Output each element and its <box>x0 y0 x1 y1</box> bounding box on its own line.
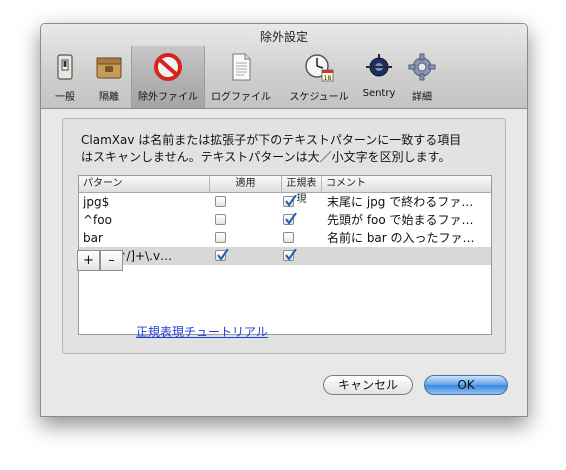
add-pattern-button[interactable]: + <box>77 250 100 271</box>
toolbar-label-advanced: 詳細 <box>412 92 432 103</box>
table-row-selected[interactable]: ^(.*/[^/]+\.v… <box>79 247 491 265</box>
exclusions-window: 除外設定 一般 隔離 除外ファイル ログファイル 18 スケジュール Sentr… <box>40 23 528 417</box>
apply-checkbox[interactable] <box>215 249 229 261</box>
column-header-pattern[interactable]: パターン <box>79 176 210 192</box>
apply-checkbox[interactable] <box>215 232 226 243</box>
description-line-1: ClamXav は名前または拡張子が下のテキストパターンに一致する項目 <box>81 133 462 147</box>
table-row[interactable]: ^foo 先頭が foo で始まるファ… <box>79 211 491 229</box>
toolbar-label-sentry: Sentry <box>362 88 396 99</box>
table-header: パターン 適用 正規表現 コメント <box>79 176 491 205</box>
switch-icon <box>50 52 80 82</box>
toolbar-item-sentry[interactable]: Sentry <box>357 48 401 106</box>
toolbar-label-quarantine: 隔離 <box>99 92 119 103</box>
pattern-cell[interactable]: jpg$ <box>83 193 207 211</box>
pattern-table[interactable]: パターン 適用 正規表現 コメント jpg$ 末尾に jpg で終わるファ… ^… <box>78 175 492 335</box>
description-text: ClamXav は名前または拡張子が下のテキストパターンに一致する項目 はスキャ… <box>81 132 501 166</box>
comment-cell[interactable] <box>327 247 489 265</box>
regex-checkbox[interactable] <box>283 232 294 243</box>
prohibited-icon <box>153 52 183 82</box>
regex-checkbox[interactable] <box>283 213 297 225</box>
toolbar-item-general[interactable]: 一般 <box>43 48 87 106</box>
ok-button[interactable]: OK <box>424 375 508 395</box>
apply-checkbox[interactable] <box>215 214 226 225</box>
svg-text:18: 18 <box>324 75 332 82</box>
regex-checkbox[interactable] <box>283 195 297 207</box>
toolbar-label-logfile: ログファイル <box>211 92 271 103</box>
column-header-apply[interactable]: 適用 <box>210 176 282 192</box>
document-icon <box>226 52 256 82</box>
comment-cell[interactable]: 名前に bar の入ったファ… <box>327 229 489 247</box>
description-line-2: はスキャンしません。テキストパターンは大／小文字を区別します。 <box>81 150 451 164</box>
column-header-regex[interactable]: 正規表現 <box>282 176 322 205</box>
toolbar-item-logfile[interactable]: ログファイル <box>205 48 277 106</box>
toolbar-item-advanced[interactable]: 詳細 <box>401 48 443 106</box>
column-header-comment[interactable]: コメント <box>322 176 491 192</box>
table-row[interactable]: jpg$ 末尾に jpg で終わるファ… <box>79 193 491 211</box>
toolbar-label-schedule: スケジュール <box>289 92 349 103</box>
apply-checkbox[interactable] <box>215 196 226 207</box>
pattern-cell[interactable]: bar <box>83 229 207 247</box>
cancel-button[interactable]: キャンセル <box>323 375 413 395</box>
exclusions-panel: ClamXav は名前または拡張子が下のテキストパターンに一致する項目 はスキャ… <box>62 118 506 354</box>
clock-calendar-icon: 18 <box>304 52 334 82</box>
regex-tutorial-link[interactable]: 正規表現チュートリアル <box>136 323 268 340</box>
pattern-cell[interactable]: ^foo <box>83 211 207 229</box>
box-icon <box>94 52 124 82</box>
comment-cell[interactable]: 末尾に jpg で終わるファ… <box>327 193 489 211</box>
title-bar: 除外設定 一般 隔離 除外ファイル ログファイル 18 スケジュール Sentr… <box>41 24 527 109</box>
satellite-icon <box>364 52 394 82</box>
toolbar-item-schedule[interactable]: 18 スケジュール <box>281 48 357 106</box>
comment-cell[interactable]: 先頭が foo で始まるファ… <box>327 211 489 229</box>
table-row[interactable]: bar 名前に bar の入ったファ… <box>79 229 491 247</box>
window-title: 除外設定 <box>259 30 308 44</box>
toolbar-item-quarantine[interactable]: 隔離 <box>87 48 131 106</box>
gear-icon <box>407 52 437 82</box>
toolbar-item-exclusions[interactable]: 除外ファイル <box>131 46 205 108</box>
regex-checkbox[interactable] <box>283 249 297 261</box>
toolbar-label-exclusions: 除外ファイル <box>138 92 198 103</box>
remove-pattern-button[interactable]: – <box>100 250 123 271</box>
toolbar-label-general: 一般 <box>55 92 75 103</box>
